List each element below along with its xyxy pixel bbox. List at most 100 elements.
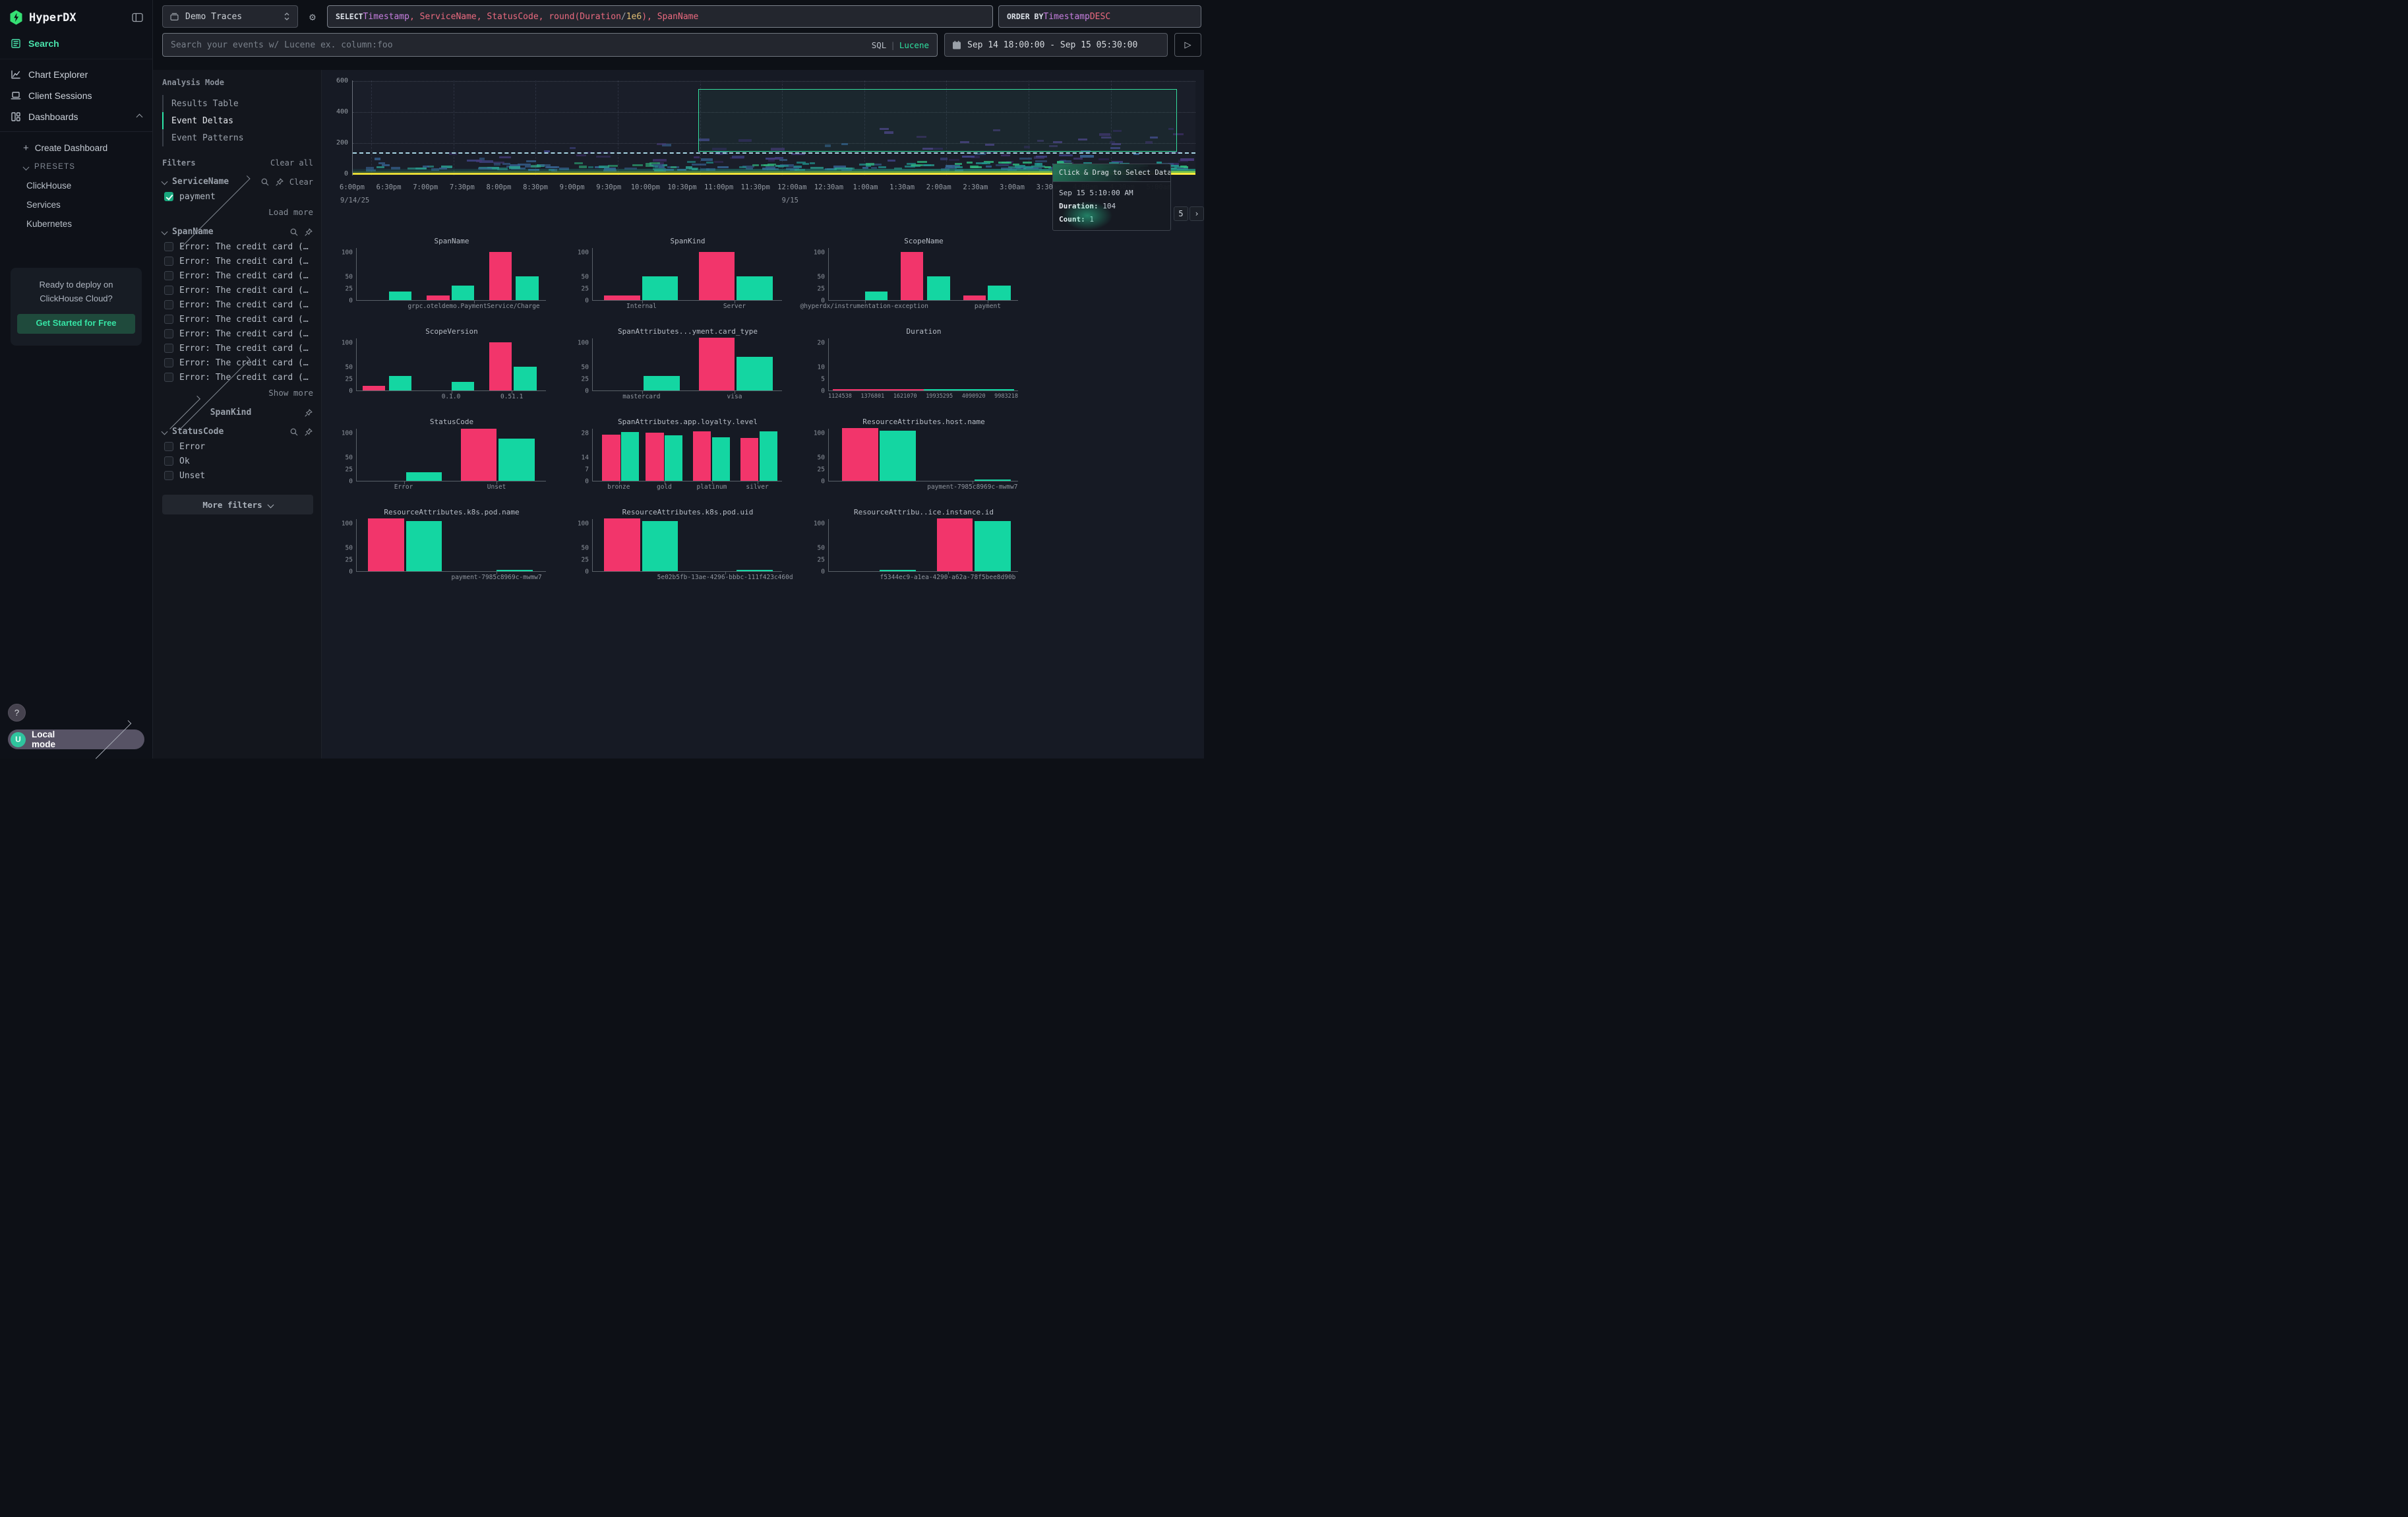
heatmap-cell xyxy=(659,166,665,168)
help-button[interactable]: ? xyxy=(8,704,26,722)
filter-option[interactable]: Error: The credit card (… xyxy=(162,312,313,326)
chevron-down-icon[interactable] xyxy=(162,229,168,235)
checkbox-checked[interactable] xyxy=(164,192,173,201)
chevron-up-icon xyxy=(136,113,143,120)
time-range-picker[interactable]: Sep 14 18:00:00 - Sep 15 05:30:00 xyxy=(944,33,1168,57)
user-menu[interactable]: U Local mode xyxy=(8,729,144,749)
run-query-button[interactable]: ▷ xyxy=(1174,33,1201,57)
gear-icon[interactable]: ⚙ xyxy=(303,5,322,28)
x-axis-tick-label: bronze xyxy=(607,483,630,491)
checkbox[interactable] xyxy=(164,329,173,338)
checkbox[interactable] xyxy=(164,286,173,295)
checkbox[interactable] xyxy=(164,442,173,451)
checkbox[interactable] xyxy=(164,344,173,353)
bar-green xyxy=(975,480,1011,481)
sidebar-item-chart-explorer[interactable]: Chart Explorer xyxy=(0,64,152,85)
analysis-mode-results-table[interactable]: Results Table xyxy=(162,95,313,112)
pin-icon[interactable] xyxy=(304,408,313,418)
get-started-button[interactable]: Get Started for Free xyxy=(17,314,135,334)
avatar: U xyxy=(11,732,26,747)
x-axis-tick-label: 10:30pm xyxy=(667,183,696,191)
heatmap-cell xyxy=(632,164,643,166)
search-icon[interactable] xyxy=(260,177,270,187)
sql-mode-button[interactable]: SQL xyxy=(872,40,887,50)
preset-item-kubernetes[interactable]: Kubernetes xyxy=(0,214,152,233)
analysis-mode-event-patterns[interactable]: Event Patterns xyxy=(162,129,313,146)
pin-icon[interactable] xyxy=(304,228,313,237)
sidebar-item-search[interactable]: Search xyxy=(0,33,152,54)
heatmap-plot[interactable] xyxy=(352,80,1195,175)
source-select[interactable]: Demo Traces xyxy=(162,5,298,28)
sidebar: HyperDX SearchChart ExplorerClient Sessi… xyxy=(0,0,153,758)
checkbox[interactable] xyxy=(164,315,173,324)
filter-option[interactable]: Ok xyxy=(162,454,313,468)
show-more-button[interactable]: Show more xyxy=(162,385,313,398)
tooltip-count: Count: 1 xyxy=(1059,213,1164,226)
clear-filter-button[interactable]: Clear xyxy=(289,177,313,187)
order-by-editor[interactable]: ORDER BY Timestamp DESC xyxy=(998,5,1201,28)
clear-all-button[interactable]: Clear all xyxy=(270,158,313,168)
bar-red xyxy=(602,435,620,481)
lucene-mode-button[interactable]: Lucene xyxy=(899,40,929,50)
checkbox[interactable] xyxy=(164,471,173,480)
filter-option[interactable]: Error: The credit card (… xyxy=(162,326,313,341)
current-page-button[interactable]: 5 xyxy=(1174,206,1188,221)
collapse-sidebar-icon[interactable] xyxy=(132,13,143,22)
filter-option[interactable]: payment xyxy=(162,189,313,204)
checkbox[interactable] xyxy=(164,300,173,309)
app-root: HyperDX SearchChart ExplorerClient Sessi… xyxy=(0,0,1204,758)
analysis-mode-event-deltas[interactable]: Event Deltas xyxy=(162,112,313,129)
checkbox[interactable] xyxy=(164,456,173,466)
filter-option[interactable]: Error: The credit card (… xyxy=(162,283,313,297)
bar-green xyxy=(516,276,538,300)
filter-option-label: Error: The credit card (… xyxy=(179,344,309,354)
presets-toggle[interactable]: PRESETS xyxy=(0,158,152,176)
more-filters-button[interactable]: More filters xyxy=(162,495,313,514)
filter-option[interactable]: Error: The credit card (… xyxy=(162,268,313,283)
filter-option[interactable]: Error: The credit card (… xyxy=(162,254,313,268)
pin-icon[interactable] xyxy=(304,427,313,437)
checkbox[interactable] xyxy=(164,358,173,367)
heatmap-cell xyxy=(878,166,887,168)
filter-option[interactable]: Error: The credit card (… xyxy=(162,297,313,312)
checkbox[interactable] xyxy=(164,373,173,382)
create-dashboard-button[interactable]: +Create Dashboard xyxy=(0,139,152,158)
selection-region[interactable] xyxy=(698,89,1177,152)
filter-option-label: payment xyxy=(179,192,216,202)
sql-select-editor[interactable]: SELECT Timestamp, ServiceName, StatusCod… xyxy=(327,5,993,28)
checkbox[interactable] xyxy=(164,242,173,251)
heatmap-cell xyxy=(866,163,874,165)
y-axis-tick-label: 100 xyxy=(814,249,825,257)
preset-item-services[interactable]: Services xyxy=(0,195,152,214)
search-icon[interactable] xyxy=(289,427,299,437)
sidebar-item-dashboards[interactable]: Dashboards xyxy=(0,106,152,127)
search-icon[interactable] xyxy=(289,228,299,237)
checkbox[interactable] xyxy=(164,257,173,266)
x-axis-labels: InternalServer xyxy=(592,301,782,310)
heatmap-cell xyxy=(986,166,992,168)
preset-item-clickhouse[interactable]: ClickHouse xyxy=(0,176,152,195)
x-axis-tick-label: 6:00pm xyxy=(340,183,365,191)
next-page-button[interactable]: › xyxy=(1189,206,1204,221)
results-area: 6004002000 6:00pm6:30pm7:00pm7:30pm8:00p… xyxy=(322,70,1204,758)
checkbox[interactable] xyxy=(164,271,173,280)
pin-icon[interactable] xyxy=(275,177,284,187)
chevron-down-icon[interactable] xyxy=(162,429,168,435)
show-more-button[interactable]: Load more xyxy=(162,204,313,218)
search-input[interactable] xyxy=(171,40,865,50)
heatmap-cell xyxy=(967,162,973,164)
filter-option[interactable]: Error xyxy=(162,439,313,454)
bar-red xyxy=(699,338,735,390)
heatmap-cell xyxy=(531,165,540,167)
sidebar-item-client-sessions[interactable]: Client Sessions xyxy=(0,85,152,106)
y-axis-tick-label: 100 xyxy=(814,520,825,528)
mini-chart-resourceattributes-k8s-pod-name: ResourceAttributes.k8s.pod.name10050250p… xyxy=(339,508,547,598)
tooltip-title: Click & Drag to Select Data xyxy=(1053,164,1170,182)
mode-divider: | xyxy=(890,40,895,50)
filter-option[interactable]: Error: The credit card (… xyxy=(162,341,313,356)
chart-title: ResourceAttribu..ice.instance.id xyxy=(828,508,1019,519)
chevron-down-icon[interactable] xyxy=(162,179,168,185)
filter-option[interactable]: Error: The credit card (… xyxy=(162,370,313,385)
bar-red xyxy=(842,428,878,481)
filter-option[interactable]: Unset xyxy=(162,468,313,483)
